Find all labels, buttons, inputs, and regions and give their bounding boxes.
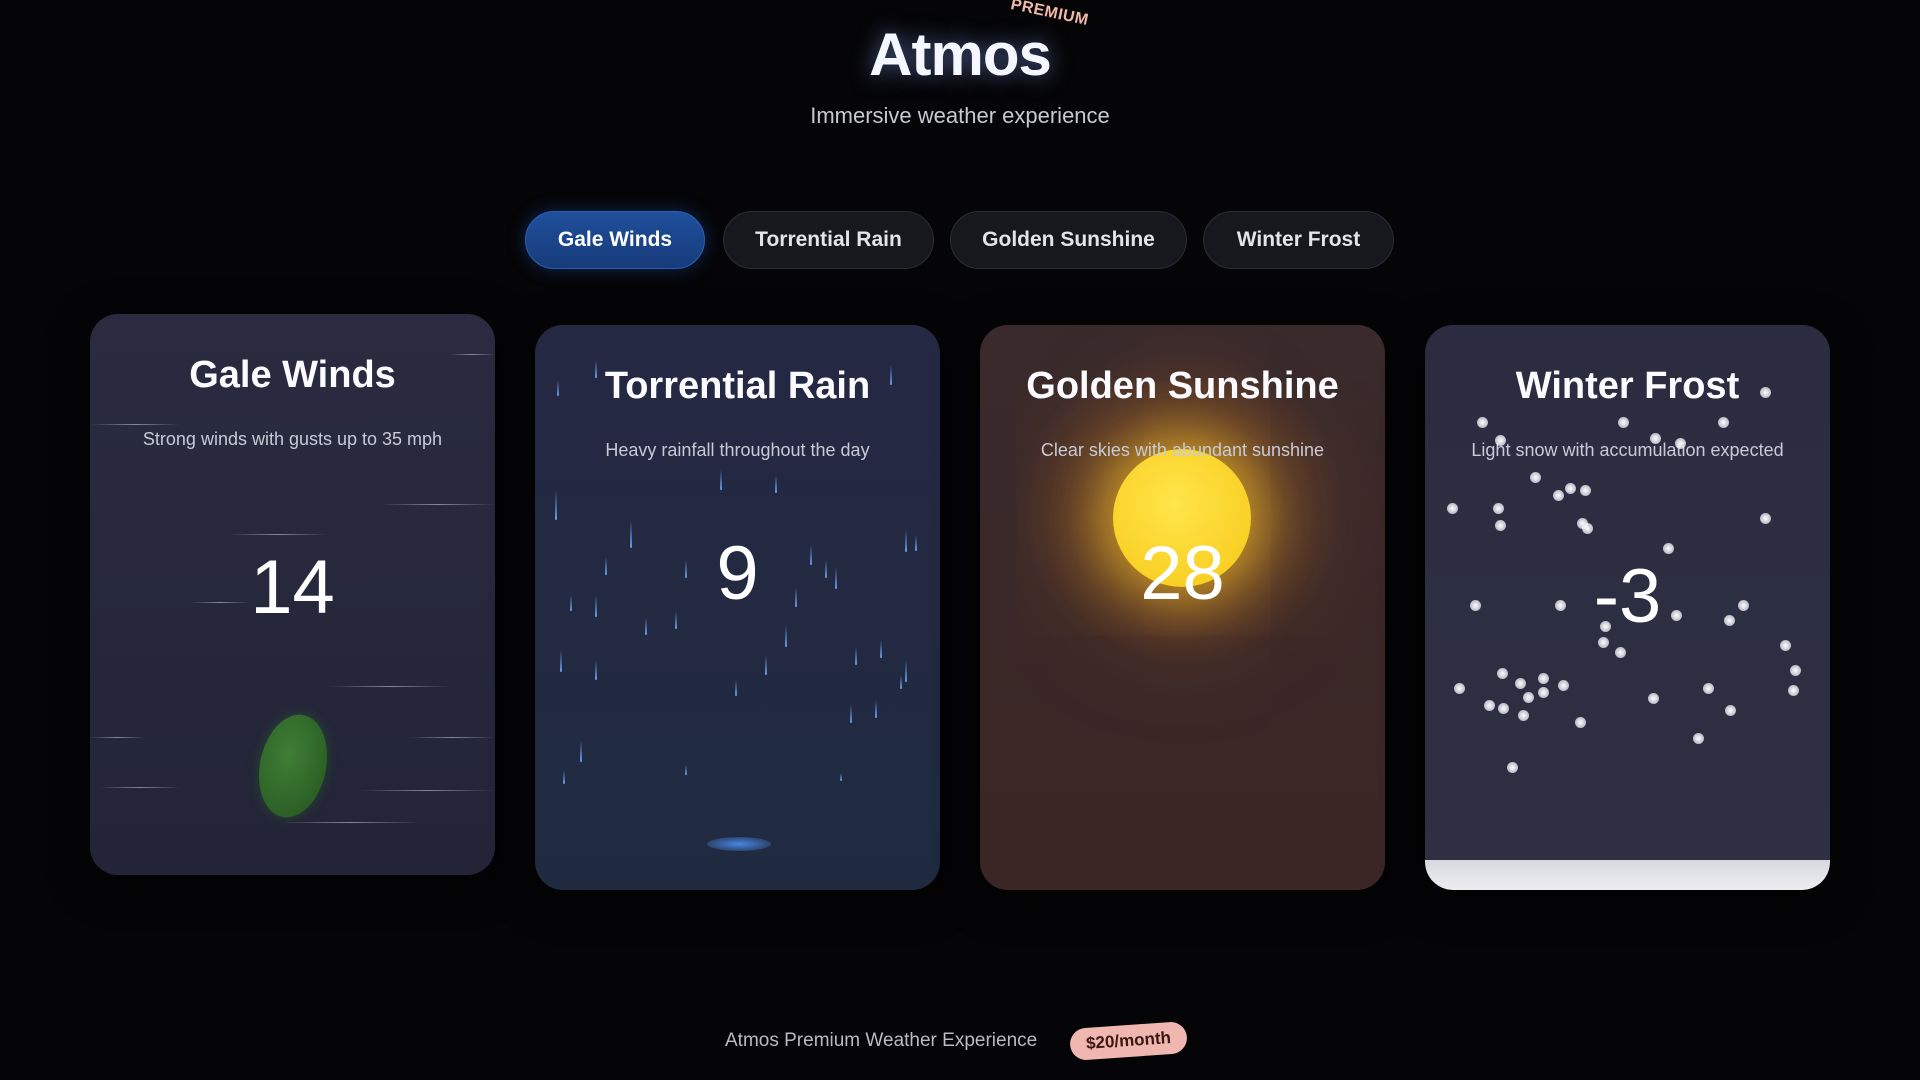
app-title: Atmos	[869, 21, 1052, 88]
snowflake-icon	[1493, 503, 1504, 514]
wind-streak	[380, 504, 495, 505]
snowflake-icon	[1515, 678, 1526, 689]
card-description: Strong winds with gusts up to 35 mph	[142, 429, 443, 449]
rain-drop-icon	[563, 770, 565, 784]
rain-drop-icon	[560, 650, 562, 672]
weather-card-frost[interactable]: Winter Frost Light snow with accumulatio…	[1425, 325, 1830, 890]
wind-streak	[280, 822, 420, 823]
rain-drop-icon	[840, 773, 842, 781]
card-title: Torrential Rain	[604, 365, 871, 407]
rain-drop-icon	[685, 765, 687, 775]
snowflake-icon	[1788, 685, 1799, 696]
snowflake-icon	[1530, 472, 1541, 483]
wind-streak	[230, 534, 326, 535]
rain-drop-icon	[850, 705, 852, 723]
rain-drop-icon	[785, 625, 787, 647]
snowflake-icon	[1497, 668, 1508, 679]
snowflake-icon	[1495, 520, 1506, 531]
card-temperature: 9	[716, 531, 759, 616]
rain-drop-icon	[580, 740, 582, 762]
card-temperature: 14	[250, 545, 335, 630]
snowflake-icon	[1648, 693, 1659, 704]
snow-ground	[1425, 860, 1830, 890]
leaf-icon	[249, 708, 337, 824]
snowflake-icon	[1553, 490, 1564, 501]
rain-drop-icon	[555, 490, 557, 520]
card-description: Light snow with accumulation expected	[1471, 440, 1784, 460]
snowflake-icon	[1484, 700, 1495, 711]
app-page: Atmos PREMIUM Immersive weather experien…	[0, 0, 1920, 1080]
snowflake-icon	[1558, 680, 1569, 691]
card-title: Winter Frost	[1515, 365, 1740, 407]
card-temperature: -3	[1593, 554, 1662, 639]
card-title: Golden Sunshine	[1026, 365, 1339, 407]
snowflake-icon	[1575, 717, 1586, 728]
rain-drop-icon	[775, 475, 777, 493]
snowflake-icon	[1498, 703, 1509, 714]
snowflake-icon	[1507, 762, 1518, 773]
snowflake-icon	[1725, 705, 1736, 716]
snowflake-icon	[1580, 485, 1591, 496]
card-temperature: 28	[1140, 531, 1225, 616]
snowflake-icon	[1780, 640, 1791, 651]
rain-drop-icon	[905, 660, 907, 682]
weather-card-sun[interactable]: Golden Sunshine Clear skies with abundan…	[980, 325, 1385, 890]
snowflake-icon	[1538, 687, 1549, 698]
price-badge: $20/month	[1069, 1020, 1189, 1062]
tab-winter-frost[interactable]: Winter Frost	[1203, 211, 1394, 269]
tab-torrential-rain[interactable]: Torrential Rain	[723, 211, 934, 269]
snowflake-icon	[1693, 733, 1704, 744]
wind-streak	[90, 424, 180, 425]
weather-tabs: Gale Winds Torrential Rain Golden Sunshi…	[0, 211, 1920, 269]
snowflake-icon	[1615, 647, 1626, 658]
rain-drop-icon	[735, 680, 737, 696]
snowflake-icon	[1582, 523, 1593, 534]
snowflake-icon	[1790, 665, 1801, 676]
card-description: Clear skies with abundant sunshine	[1040, 440, 1325, 460]
app-subtitle: Immersive weather experience	[810, 103, 1110, 128]
rain-drop-icon	[900, 675, 902, 689]
card-title: Gale Winds	[189, 354, 396, 396]
wind-streak	[410, 737, 495, 738]
rain-drop-icon	[765, 655, 767, 675]
wind-streak	[330, 686, 450, 687]
rain-drop-icon	[720, 470, 722, 490]
snowflake-icon	[1538, 673, 1549, 684]
wind-streak	[90, 737, 145, 738]
snowflake-icon	[1703, 683, 1714, 694]
tab-gale-winds[interactable]: Gale Winds	[525, 211, 705, 269]
card-description: Heavy rainfall throughout the day	[605, 440, 870, 460]
snowflake-icon	[1618, 417, 1629, 428]
rain-drop-icon	[855, 647, 857, 665]
rain-drop-icon	[875, 700, 877, 718]
puddle-icon	[707, 837, 771, 851]
rain-drop-icon	[595, 660, 597, 680]
rain-drop-icon	[645, 617, 647, 635]
tab-golden-sunshine[interactable]: Golden Sunshine	[950, 211, 1187, 269]
wind-streak	[360, 790, 495, 791]
snowflake-icon	[1454, 683, 1465, 694]
snowflake-icon	[1718, 417, 1729, 428]
snowflake-icon	[1577, 518, 1588, 529]
snowflake-icon	[1477, 417, 1488, 428]
weather-card-rain[interactable]: Torrential Rain Heavy rainfall throughou…	[535, 325, 940, 890]
rain-drop-icon	[880, 640, 882, 658]
weather-card-wind[interactable]: Gale Winds Strong winds with gusts up to…	[90, 314, 495, 875]
snowflake-icon	[1565, 483, 1576, 494]
snowflake-icon	[1760, 513, 1771, 524]
snowflake-icon	[1518, 710, 1529, 721]
snowflake-icon	[1523, 692, 1534, 703]
snowflake-icon	[1447, 503, 1458, 514]
footer-text: Atmos Premium Weather Experience	[725, 1030, 1038, 1051]
wind-streak	[100, 787, 180, 788]
